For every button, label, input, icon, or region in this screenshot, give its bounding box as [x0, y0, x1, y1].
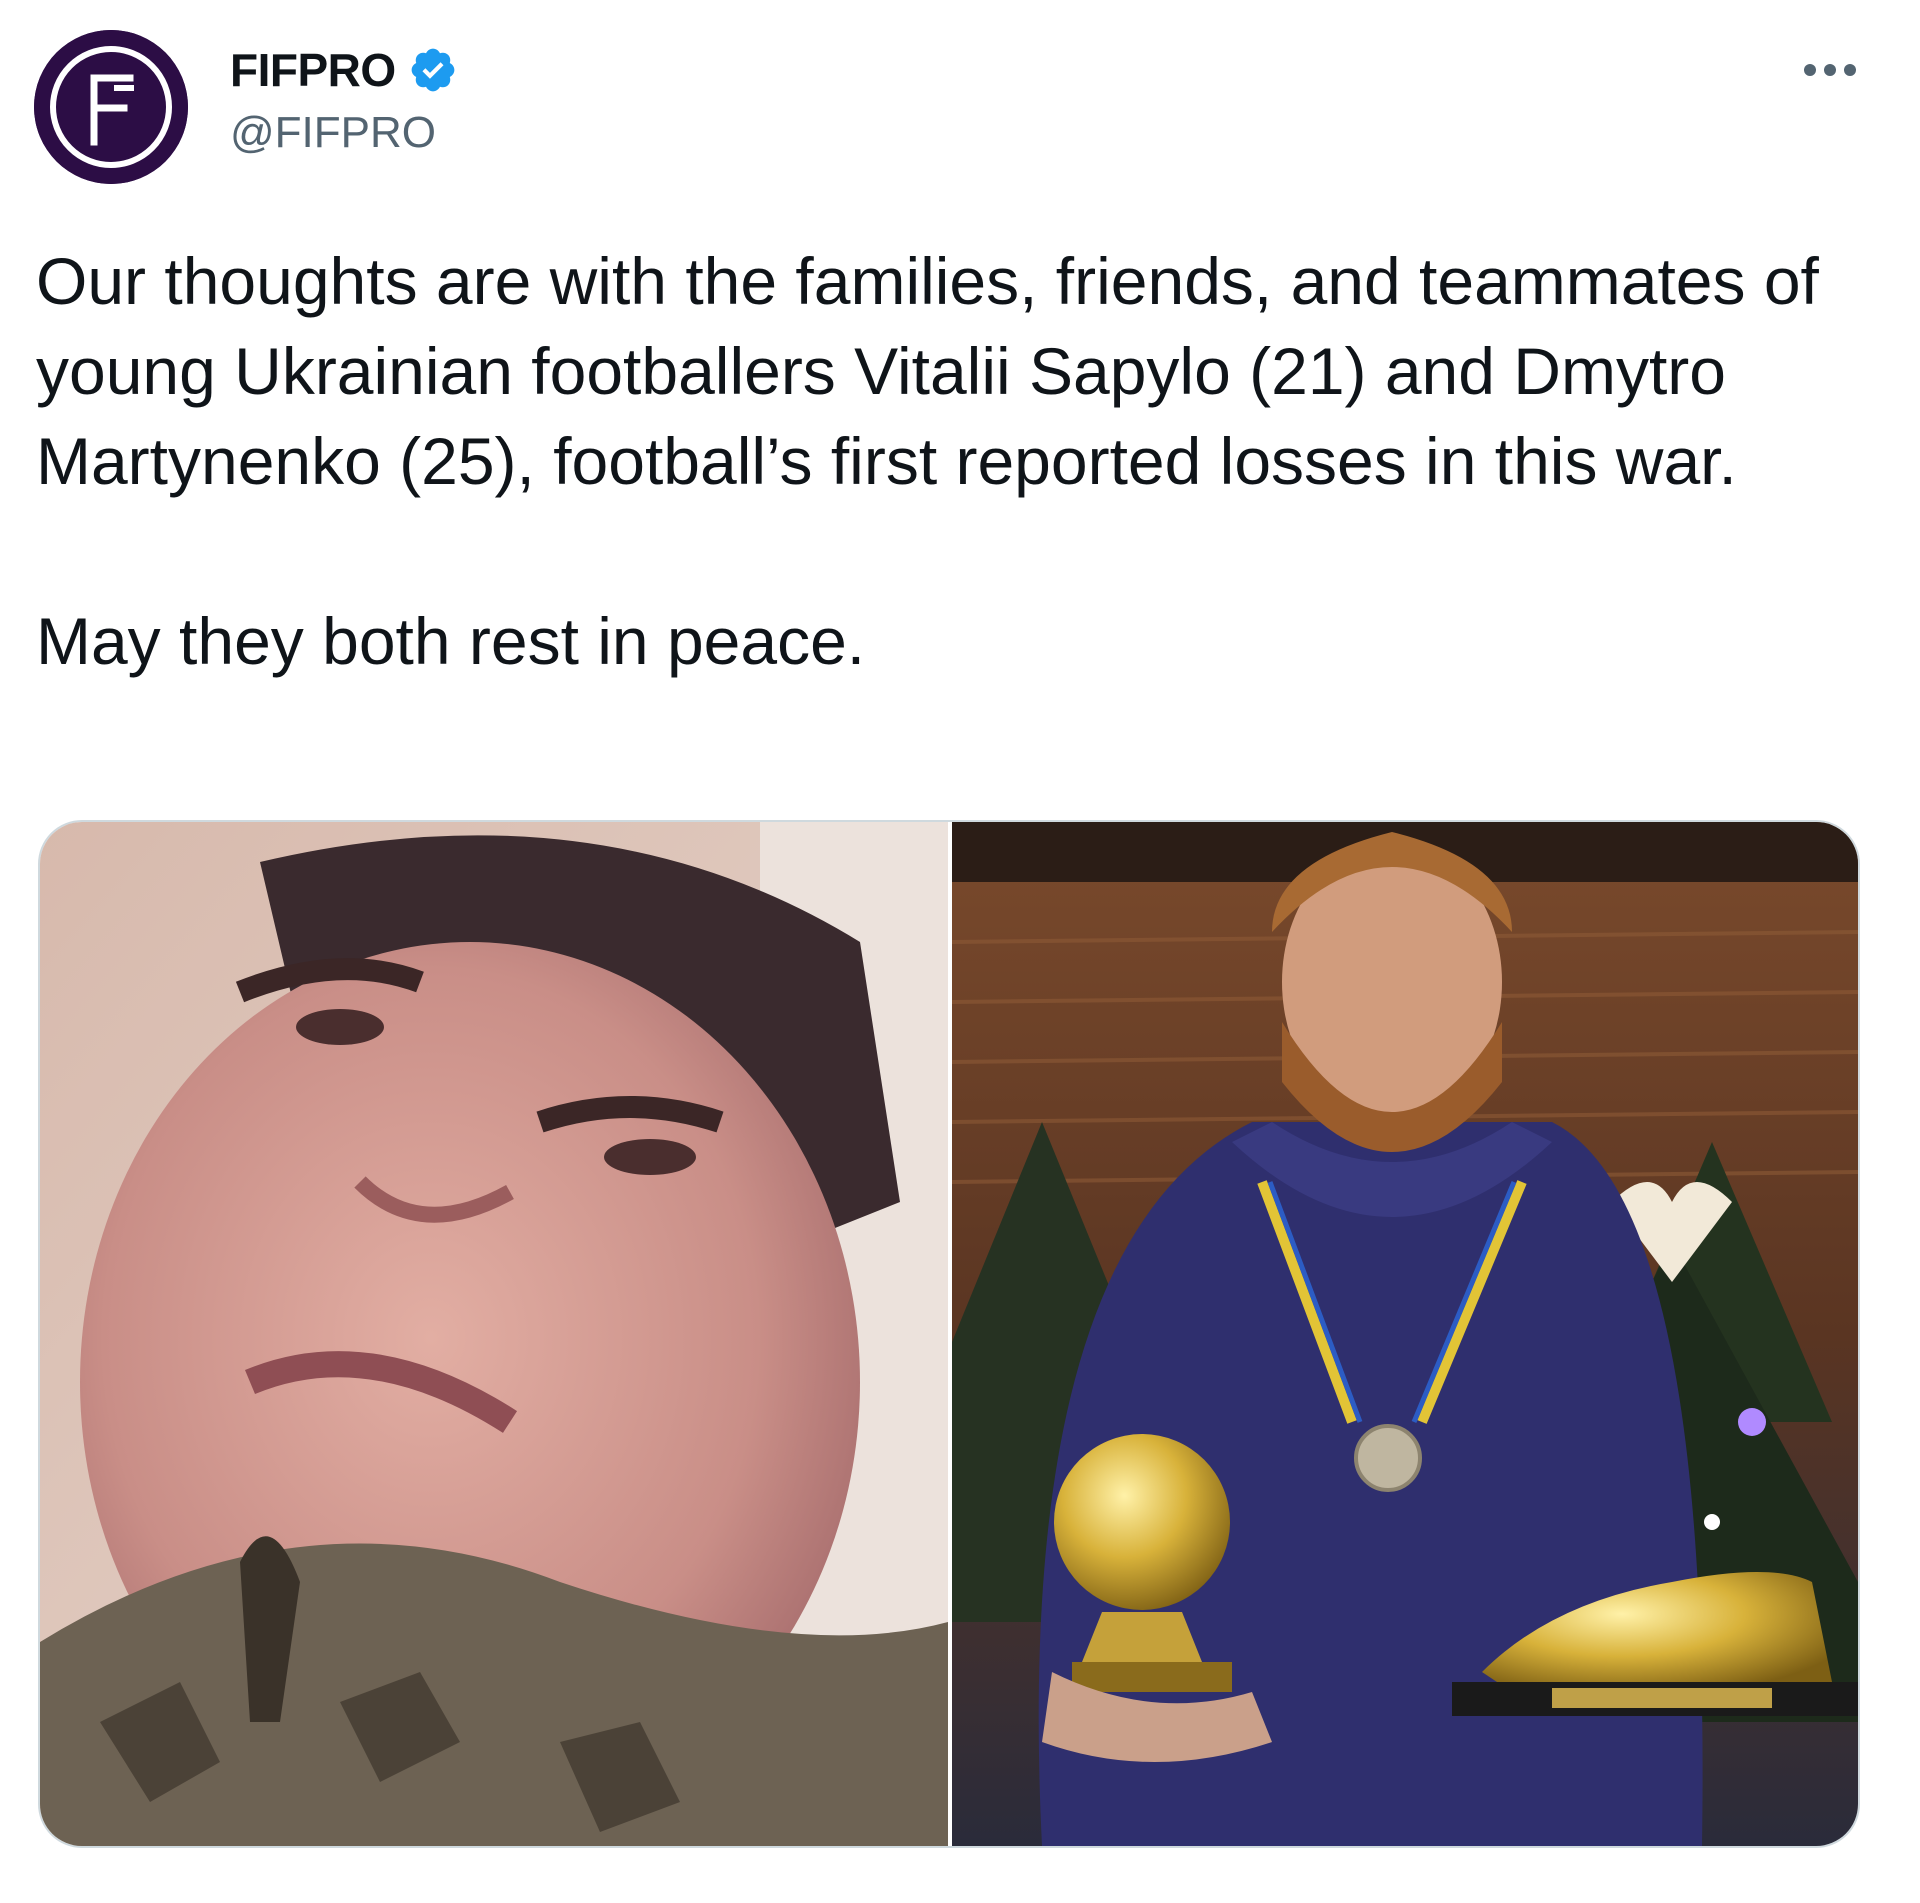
tweet-card: FIFPRO @FIFPRO Our thoughts are with the…: [0, 0, 1920, 1903]
media-photo-2[interactable]: [952, 822, 1858, 1846]
author-handle[interactable]: @FIFPRO: [230, 108, 436, 158]
photo-portrait-selfie-icon: [40, 822, 948, 1846]
tweet-paragraph: Our thoughts are with the families, frie…: [36, 244, 1819, 498]
fifpro-logo-icon: [34, 30, 188, 184]
verified-badge-icon: [411, 48, 455, 92]
tweet-paragraph: May they both rest in peace.: [36, 604, 866, 678]
more-options-icon: [1804, 64, 1856, 76]
tweet-text: Our thoughts are with the families, frie…: [36, 236, 1856, 686]
author-avatar[interactable]: [34, 30, 188, 184]
more-options-button[interactable]: [1790, 48, 1870, 92]
media-photo-1[interactable]: [40, 822, 948, 1846]
author-display-name[interactable]: FIFPRO: [230, 43, 396, 97]
photo-player-with-trophies-icon: [952, 822, 1858, 1846]
author-name-row: FIFPRO: [230, 42, 458, 98]
tweet-media-grid: [38, 820, 1860, 1848]
